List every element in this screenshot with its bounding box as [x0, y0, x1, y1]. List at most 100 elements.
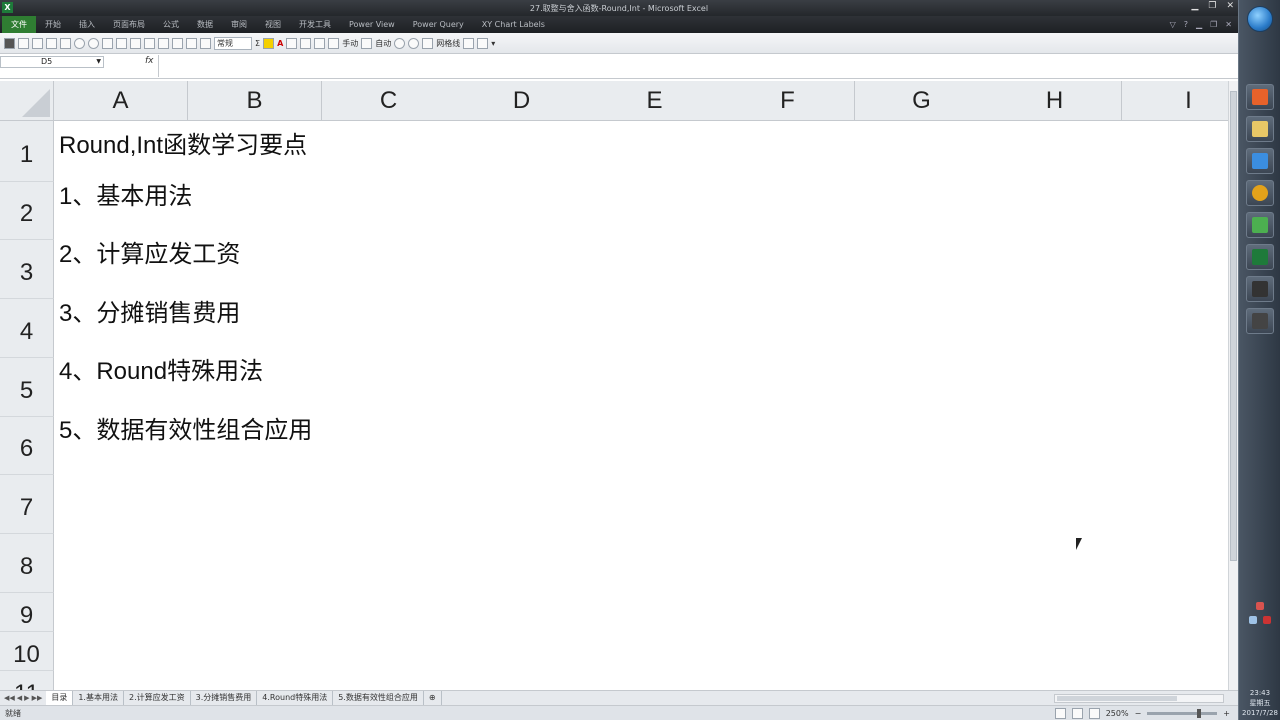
- row-header-11[interactable]: 11: [0, 671, 54, 690]
- merge-icon[interactable]: [144, 37, 155, 49]
- tab-xy-chart-labels[interactable]: XY Chart Labels: [473, 20, 554, 29]
- copy-icon[interactable]: [32, 37, 43, 49]
- zoom-out-icon[interactable]: −: [1135, 709, 1142, 718]
- taskbar-app-wechat[interactable]: [1246, 212, 1274, 238]
- workbook-minimize-icon[interactable]: ▁: [1196, 20, 1202, 29]
- tray-network-icon[interactable]: [1248, 616, 1257, 624]
- row-header-2[interactable]: 2: [0, 182, 54, 240]
- manual-calc-checkbox[interactable]: [328, 37, 340, 49]
- column-header-h[interactable]: H: [988, 81, 1122, 121]
- tab-review[interactable]: 审阅: [222, 19, 256, 30]
- page-break-view-icon[interactable]: [1088, 707, 1100, 719]
- prev-sheet-icon[interactable]: ◀: [17, 694, 22, 702]
- start-button[interactable]: [1247, 6, 1273, 32]
- sheet-tab-basic-usage[interactable]: 1.基本用法: [73, 691, 124, 705]
- workbook-close-icon[interactable]: ✕: [1225, 20, 1232, 29]
- minimize-button[interactable]: ▁: [1191, 1, 1198, 11]
- page-layout-view-icon[interactable]: [1071, 707, 1083, 719]
- horizontal-scrollbar[interactable]: [1054, 693, 1224, 703]
- restore-button[interactable]: ❐: [1208, 1, 1216, 11]
- tray-app-icon[interactable]: [1256, 602, 1264, 610]
- tab-formulas[interactable]: 公式: [154, 19, 188, 30]
- align-left-icon[interactable]: [286, 37, 298, 49]
- tab-power-view[interactable]: Power View: [340, 20, 404, 29]
- row-header-4[interactable]: 4: [0, 299, 54, 358]
- cell-a6[interactable]: 5、数据有效性组合应用: [59, 410, 312, 445]
- clock[interactable]: 23:43 星期五 2017/7/28: [1239, 688, 1280, 718]
- arrow-right-icon[interactable]: [394, 37, 406, 49]
- table-icon[interactable]: [172, 37, 183, 49]
- select-all-button[interactable]: [0, 81, 54, 121]
- sheet-tab-sales-cost[interactable]: 3.分摊销售费用: [190, 691, 258, 705]
- sort-icon[interactable]: [116, 37, 127, 49]
- gridlines-checkbox[interactable]: [422, 37, 434, 49]
- column-header-f[interactable]: F: [721, 81, 855, 121]
- tab-home[interactable]: 开始: [36, 19, 70, 30]
- ribbon-collapse-icon[interactable]: ▽: [1170, 20, 1176, 29]
- camera-icon[interactable]: [477, 37, 489, 49]
- zoom-slider[interactable]: [1147, 708, 1218, 718]
- taskbar-app-chrome[interactable]: [1246, 180, 1274, 206]
- row-header-10[interactable]: 10: [0, 632, 54, 671]
- row-header-7[interactable]: 7: [0, 475, 54, 534]
- tab-data[interactable]: 数据: [188, 19, 222, 30]
- zoom-level[interactable]: 250%: [1106, 709, 1129, 718]
- row-header-6[interactable]: 6: [0, 417, 54, 475]
- help-icon[interactable]: ?: [1184, 20, 1188, 29]
- taskbar-app-excel[interactable]: [1246, 244, 1274, 270]
- cell-a5[interactable]: 4、Round特殊用法: [59, 351, 263, 386]
- align-center-icon[interactable]: [300, 37, 312, 49]
- save-icon[interactable]: [60, 37, 71, 49]
- cell-a3[interactable]: 2、计算应发工资: [59, 234, 240, 269]
- taskbar-app-explorer[interactable]: [1246, 116, 1274, 142]
- row-header-1[interactable]: 1: [0, 121, 54, 182]
- column-header-i[interactable]: I: [1122, 81, 1228, 121]
- insert-row-icon[interactable]: [314, 37, 326, 49]
- name-box[interactable]: D5 ▼: [0, 56, 104, 68]
- column-header-d[interactable]: D: [455, 81, 589, 121]
- last-sheet-icon[interactable]: ▶▶: [32, 694, 43, 702]
- redo-icon[interactable]: [88, 37, 99, 49]
- column-header-e[interactable]: E: [588, 81, 722, 121]
- tab-power-query[interactable]: Power Query: [404, 20, 473, 29]
- wrap-icon[interactable]: [158, 37, 169, 49]
- row-header-9[interactable]: 9: [0, 593, 54, 632]
- customize-toolbar-icon[interactable]: ▾: [491, 39, 495, 48]
- tab-file[interactable]: 文件: [2, 16, 36, 33]
- taskbar-app-baidu[interactable]: [1246, 148, 1274, 174]
- sheet-tab-round-special[interactable]: 4.Round特殊用法: [257, 691, 334, 705]
- format-painter-icon[interactable]: [102, 37, 113, 49]
- horizontal-scroll-thumb[interactable]: [1057, 695, 1177, 701]
- zoom-in-icon[interactable]: +: [1223, 709, 1230, 718]
- tab-page-layout[interactable]: 页面布局: [104, 19, 154, 30]
- tab-view[interactable]: 视图: [256, 19, 290, 30]
- borders-icon[interactable]: [130, 37, 141, 49]
- edit-icon[interactable]: [463, 37, 475, 49]
- cell-a4[interactable]: 3、分摊销售费用: [59, 293, 240, 328]
- row-header-3[interactable]: 3: [0, 240, 54, 299]
- first-sheet-icon[interactable]: ◀◀: [4, 694, 15, 702]
- cell-a1[interactable]: Round,Int函数学习要点: [59, 125, 307, 160]
- row-header-5[interactable]: 5: [0, 358, 54, 417]
- arrow-down-icon[interactable]: [408, 37, 420, 49]
- grid-icon[interactable]: [4, 37, 15, 49]
- undo-icon[interactable]: [74, 37, 85, 49]
- close-button[interactable]: ✕: [1226, 1, 1234, 11]
- auto-calc-checkbox[interactable]: [361, 37, 373, 49]
- insert-sheet-icon[interactable]: ⊕: [423, 691, 442, 705]
- paste-icon[interactable]: [46, 37, 57, 49]
- cut-icon[interactable]: [18, 37, 29, 49]
- name-box-dropdown-icon[interactable]: ▼: [96, 57, 101, 67]
- sheet-tab-contents[interactable]: 目录: [46, 691, 74, 705]
- taskbar-app-recorder[interactable]: [1246, 84, 1274, 110]
- number-format-select[interactable]: 常规: [214, 36, 252, 50]
- column-header-c[interactable]: C: [322, 81, 456, 121]
- print-icon[interactable]: [186, 37, 197, 49]
- tab-developer[interactable]: 开发工具: [290, 19, 340, 30]
- cell-a2[interactable]: 1、基本用法: [59, 176, 192, 211]
- vertical-scroll-thumb[interactable]: [1230, 91, 1237, 561]
- normal-view-icon[interactable]: [1054, 707, 1066, 719]
- tab-insert[interactable]: 插入: [70, 19, 104, 30]
- workbook-restore-icon[interactable]: ❐: [1210, 20, 1217, 29]
- preview-icon[interactable]: [200, 37, 211, 49]
